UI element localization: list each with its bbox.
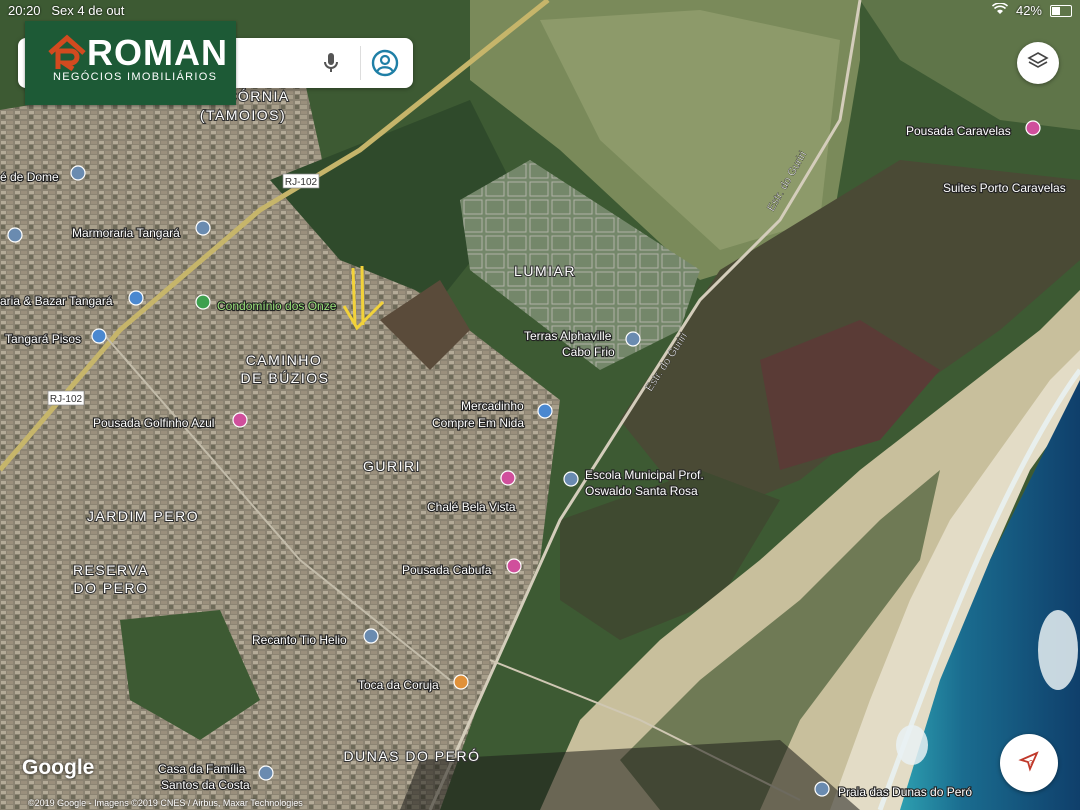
neighborhood-de-buzios: DE BÚZIOS (241, 370, 330, 386)
logo-tagline: NEGÓCIOS IMOBILIÁRIOS (53, 71, 218, 83)
poi-toca-icon[interactable] (453, 674, 469, 690)
neighborhood-do-pero: DO PERO (73, 580, 148, 596)
place-label-suites[interactable]: Suites Porto Caravelas (942, 180, 1067, 196)
poi-bazar-icon[interactable] (128, 290, 144, 306)
map-copyright: ©2019 Google - Imagens ©2019 CNES / Airb… (28, 798, 303, 808)
poi-cabufa-icon[interactable] (506, 558, 522, 574)
google-logo: Google (22, 756, 95, 779)
poi-casa-icon[interactable] (258, 765, 274, 781)
satellite-map[interactable]: RJ-102 RJ-102 Estr. do Guriri Estr. do G… (0, 0, 1080, 810)
place-label-praia[interactable]: Praia das Dunas do Peró (837, 784, 974, 800)
place-label-escola-2[interactable]: Oswaldo Santa Rosa (584, 483, 699, 499)
neighborhood-tamoios: (TAMOIOS) (200, 107, 286, 123)
road-shield-rj102-a: RJ-102 (282, 173, 320, 189)
roman-logo: ROMAN NEGÓCIOS IMOBILIÁRIOS (25, 21, 236, 105)
poi-caravelas-icon[interactable] (1025, 120, 1041, 136)
poi-praia-icon[interactable] (814, 781, 830, 797)
place-label-casa-1[interactable]: Casa da Família (157, 761, 247, 777)
place-label-golfinho[interactable]: Pousada Golfinho Azul (92, 415, 216, 431)
place-label-escola-1[interactable]: Escola Municipal Prof. (584, 467, 705, 483)
poi-escola-icon[interactable] (563, 471, 579, 487)
mic-icon[interactable] (318, 50, 344, 76)
poi-church-icon[interactable] (7, 227, 23, 243)
place-label-de-dome[interactable]: é de Dome (0, 169, 60, 185)
svg-text:?: ? (1029, 760, 1033, 767)
place-label-mercadinho-2[interactable]: Compre Em Nida (431, 415, 526, 431)
account-circle-icon[interactable] (370, 48, 400, 78)
status-date: Sex 4 de out (51, 3, 125, 18)
neighborhood-jardim-pero: JARDIM PERO (87, 508, 199, 524)
place-label-bazar[interactable]: aria & Bazar Tangará (0, 293, 114, 309)
svg-text:RJ-102: RJ-102 (50, 394, 83, 405)
status-bar: 20:20 Sex 4 de out 42% (0, 0, 1080, 22)
poi-marmoraria-icon[interactable] (195, 220, 211, 236)
place-label-marmoraria[interactable]: Marmoraria Tangará (71, 225, 181, 241)
wifi-icon (991, 2, 1009, 18)
place-label-cabufa[interactable]: Pousada Cabufa (401, 562, 493, 578)
roman-logo-mark (47, 33, 87, 73)
place-label-recanto[interactable]: Recanto Tio Helio (251, 632, 348, 648)
place-label-caravelas[interactable]: Pousada Caravelas (905, 123, 1012, 139)
poi-pisos-icon[interactable] (91, 328, 107, 344)
poi-chale-icon[interactable] (500, 470, 516, 486)
place-label-alphaville-2[interactable]: Cabo Frio (561, 344, 616, 360)
poi-alphaville-icon[interactable] (625, 331, 641, 347)
logo-brand: ROMAN (87, 32, 228, 73)
navigate-button[interactable]: ? (1000, 734, 1058, 792)
neighborhood-dunas-do-pero: DUNAS DO PERÓ (344, 748, 481, 764)
layers-button[interactable] (1017, 42, 1059, 84)
poi-golfinho-icon[interactable] (232, 412, 248, 428)
neighborhood-reserva: RESERVA (73, 562, 149, 578)
layers-icon (1027, 50, 1049, 77)
place-label-casa-2[interactable]: Santos da Costa (160, 777, 251, 793)
place-label-toca[interactable]: Toca da Coruja (357, 677, 440, 693)
place-label-condominio[interactable]: Condomínio dos Onze (216, 298, 338, 314)
poi-mercadinho-icon[interactable] (537, 403, 553, 419)
place-label-pisos[interactable]: Tangará Pisos (4, 331, 82, 347)
neighborhood-lumiar: LUMIAR (514, 263, 576, 279)
place-label-chale[interactable]: Chalé Bela Vista (426, 499, 517, 515)
neighborhood-caminho: CAMINHO (246, 352, 323, 368)
road-shield-rj102-b: RJ-102 (47, 390, 85, 406)
svg-text:RJ-102: RJ-102 (285, 177, 318, 188)
search-divider (360, 46, 361, 80)
neighborhood-guriri: GURIRI (363, 458, 421, 474)
battery-icon (1050, 4, 1072, 17)
poi-de-dome-icon[interactable] (70, 165, 86, 181)
status-time: 20:20 (8, 3, 41, 18)
battery-percent: 42% (1015, 3, 1042, 18)
navigation-arrow-icon: ? (1017, 749, 1041, 778)
poi-recanto-icon[interactable] (363, 628, 379, 644)
poi-condominio-icon[interactable] (195, 294, 211, 310)
place-label-mercadinho-1[interactable]: Mercadinho (460, 398, 525, 414)
place-label-alphaville-1[interactable]: Terras Alphaville (523, 328, 613, 344)
